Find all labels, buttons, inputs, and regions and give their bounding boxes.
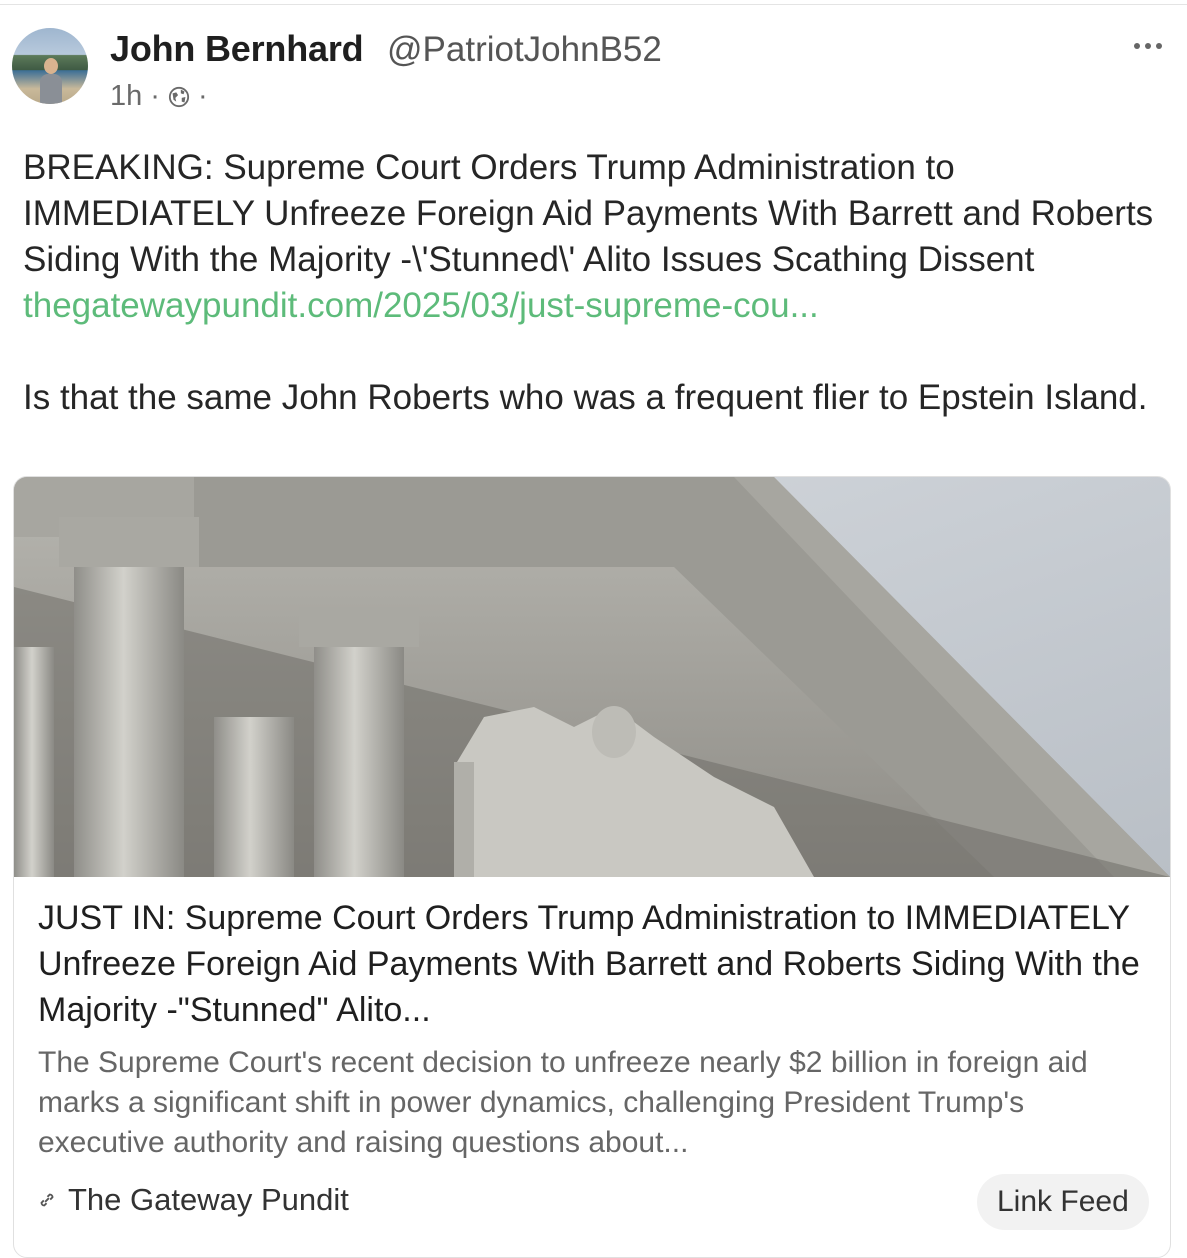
card-footer: The Gateway Pundit Link Feed: [14, 1174, 1170, 1236]
more-icon: [1145, 43, 1151, 49]
card-source[interactable]: The Gateway Pundit: [36, 1182, 349, 1218]
link-icon: [40, 1193, 54, 1207]
more-options-button[interactable]: [1134, 36, 1170, 56]
author-name[interactable]: John Bernhard: [110, 28, 364, 70]
post-body: BREAKING: Supreme Court Orders Trump Adm…: [23, 145, 1173, 421]
more-icon: [1134, 43, 1140, 49]
avatar-head: [44, 58, 58, 74]
post-link[interactable]: thegatewaypundit.com/2025/03/just-suprem…: [23, 286, 819, 325]
post-text-comment: Is that the same John Roberts who was a …: [23, 378, 1148, 417]
link-preview-card[interactable]: JUST IN: Supreme Court Orders Trump Admi…: [13, 476, 1171, 1258]
avatar-body: [40, 74, 62, 104]
card-source-label: The Gateway Pundit: [68, 1182, 349, 1217]
link-feed-button[interactable]: Link Feed: [977, 1174, 1149, 1230]
post-time[interactable]: 1h: [110, 80, 142, 113]
post-paragraph: BREAKING: Supreme Court Orders Trump Adm…: [23, 145, 1173, 329]
top-divider: [0, 4, 1187, 5]
globe-icon: [168, 86, 190, 107]
meta-separator: ·: [150, 80, 160, 112]
avatar[interactable]: [12, 28, 88, 104]
card-title[interactable]: JUST IN: Supreme Court Orders Trump Admi…: [38, 895, 1148, 1033]
meta-separator: ·: [197, 80, 208, 112]
author-handle[interactable]: @PatriotJohnB52: [387, 30, 662, 70]
post-meta: 1h · ·: [110, 80, 208, 113]
post-text-main: BREAKING: Supreme Court Orders Trump Adm…: [23, 148, 1154, 279]
post-paragraph: Is that the same John Roberts who was a …: [23, 375, 1173, 421]
more-icon: [1156, 43, 1162, 49]
card-body[interactable]: JUST IN: Supreme Court Orders Trump Admi…: [38, 895, 1148, 1163]
card-description: The Supreme Court's recent decision to u…: [38, 1046, 1088, 1159]
card-image[interactable]: [14, 477, 1170, 877]
